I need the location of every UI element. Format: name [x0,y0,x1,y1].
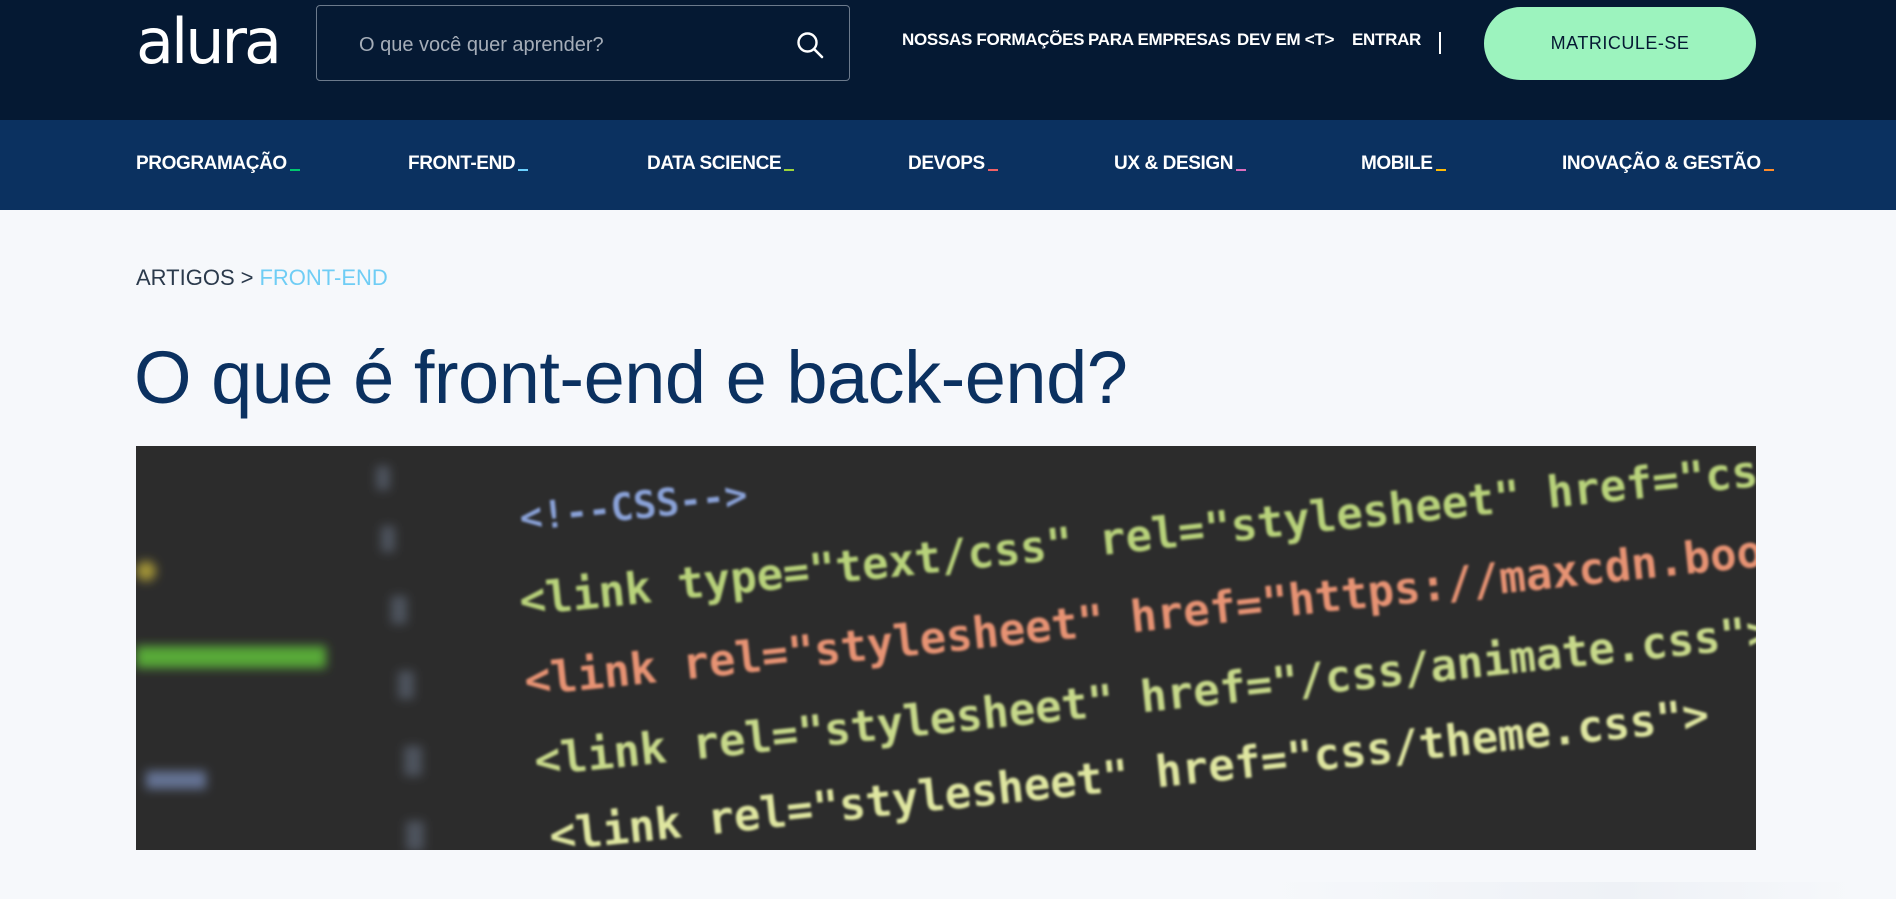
nav-divider [1439,32,1441,54]
breadcrumb-separator: > [240,265,254,290]
breadcrumb: ARTIGOS > FRONT-END [136,265,388,291]
category-accent [1763,169,1774,171]
category-label: FRONT-END [408,153,516,174]
category-mobile[interactable]: MOBILE [1361,153,1446,175]
top-header: alura NOSSAS FORMAÇÕES PARA EMPRESAS DEV… [0,0,1896,120]
alura-logo[interactable]: alura [136,2,282,82]
category-label: PROGRAMAÇÃO [136,153,287,174]
page-title: O que é front-end e back-end? [134,336,1128,419]
category-accent [784,169,795,171]
matricule-se-button[interactable]: MATRICULE-SE [1484,7,1756,80]
nav-nossas-formacoes[interactable]: NOSSAS FORMAÇÕES [902,30,1085,50]
category-front-end[interactable]: FRONT-END [408,153,529,175]
search-icon[interactable] [795,30,825,60]
category-label: INOVAÇÃO & GESTÃO [1562,153,1761,174]
category-label: MOBILE [1361,153,1433,174]
page-shadow [1260,882,1860,899]
category-inovacao-gestao[interactable]: INOVAÇÃO & GESTÃO [1562,153,1774,175]
code-screenshot: <!--CSS--> <link type="text/css" rel="st… [136,446,1756,850]
category-label: DATA SCIENCE [647,153,782,174]
nav-dev-em-t[interactable]: DEV EM <T> [1237,30,1334,50]
category-accent [1236,169,1247,171]
search-box[interactable] [316,5,850,81]
category-data-science[interactable]: DATA SCIENCE [647,153,795,175]
search-input[interactable] [357,26,781,64]
category-accent [289,169,300,171]
category-label: UX & DESIGN [1114,153,1234,174]
category-devops[interactable]: DEVOPS [908,153,998,175]
category-programacao[interactable]: PROGRAMAÇÃO [136,153,300,175]
breadcrumb-root[interactable]: ARTIGOS [136,265,235,290]
hero-image: <!--CSS--> <link type="text/css" rel="st… [136,446,1756,850]
breadcrumb-current[interactable]: FRONT-END [259,265,387,290]
category-nav: PROGRAMAÇÃO FRONT-END DATA SCIENCE DEVOP… [0,120,1896,210]
category-ux-design[interactable]: UX & DESIGN [1114,153,1247,175]
category-accent [518,169,529,171]
category-accent [987,169,998,171]
nav-para-empresas[interactable]: PARA EMPRESAS [1088,30,1231,50]
category-label: DEVOPS [908,153,985,174]
nav-entrar[interactable]: ENTRAR [1352,30,1421,50]
category-accent [1435,169,1446,171]
